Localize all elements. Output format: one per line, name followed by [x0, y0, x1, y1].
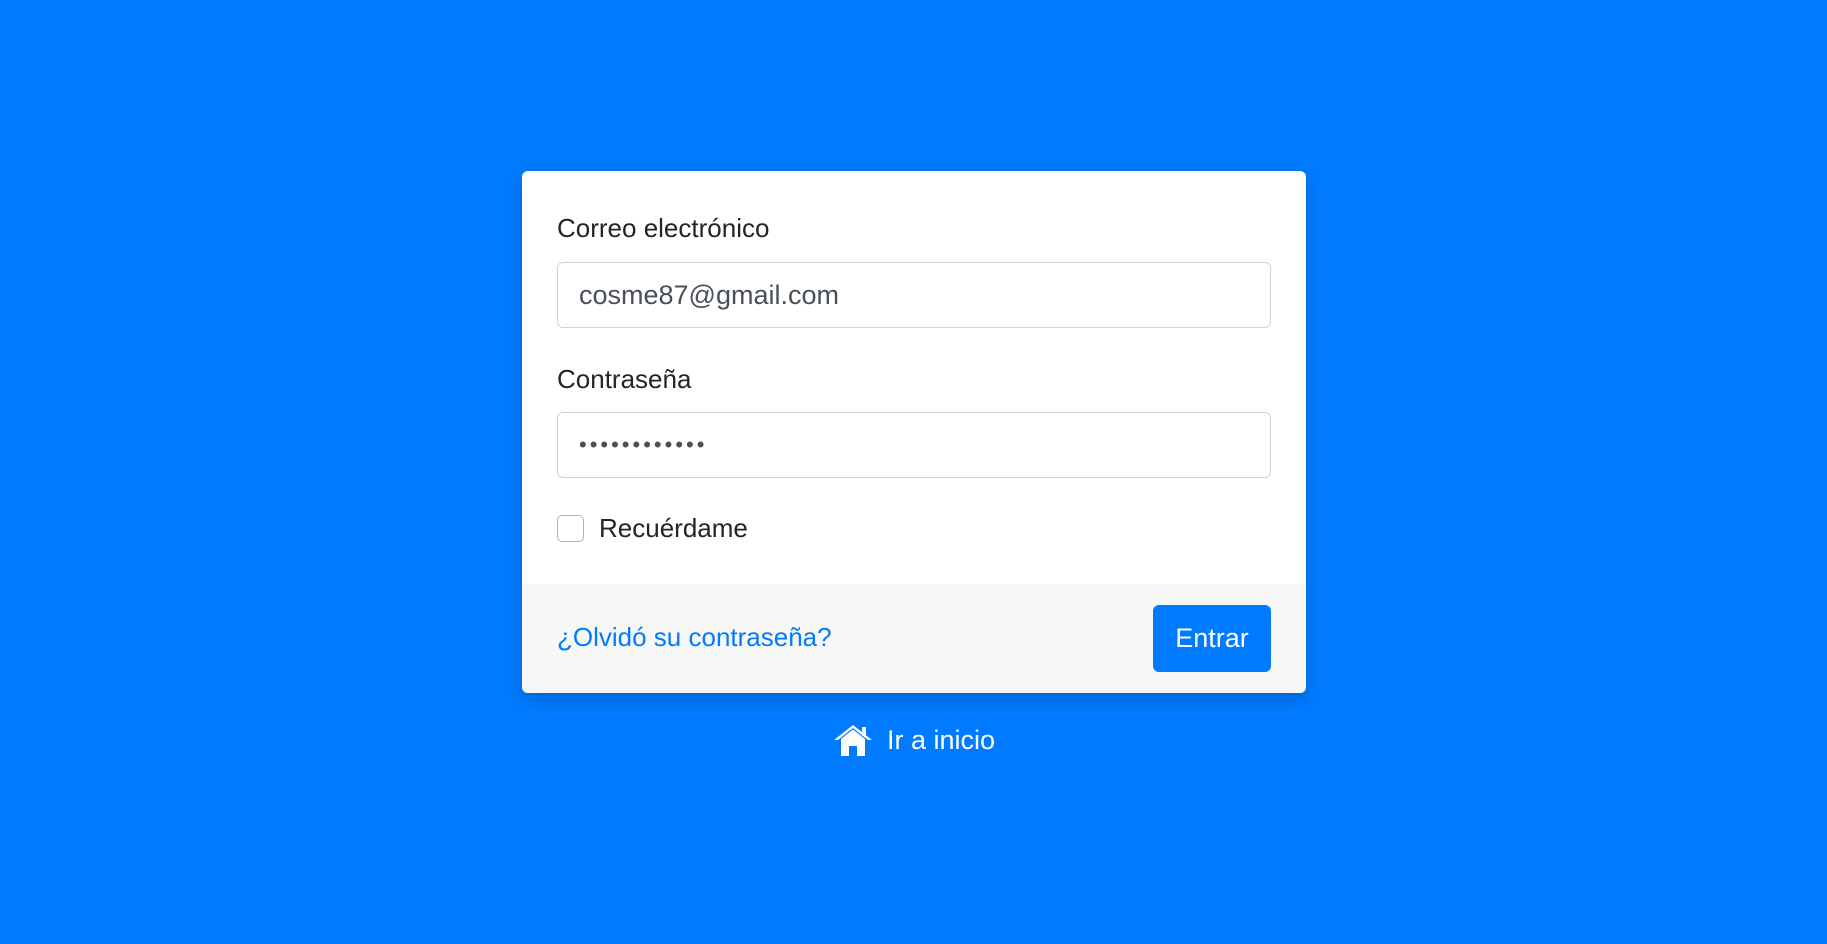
login-button[interactable]: Entrar	[1153, 605, 1271, 672]
remember-me-row: Recuérdame	[557, 513, 748, 543]
email-field[interactable]	[557, 262, 1271, 328]
remember-me-checkbox[interactable]	[557, 514, 584, 542]
remember-me-label: Recuérdame	[599, 512, 748, 543]
home-icon	[833, 723, 873, 757]
email-label: Correo electrónico	[557, 213, 770, 243]
login-form: Correo electrónico Contraseña Recuérdame	[522, 171, 1306, 584]
password-field[interactable]	[557, 412, 1271, 478]
go-home-label: Ir a inicio	[887, 724, 996, 755]
login-card-footer: ¿Olvidó su contraseña? Entrar	[522, 584, 1306, 693]
password-label: Contraseña	[557, 364, 692, 394]
forgot-password-link[interactable]: ¿Olvidó su contraseña?	[557, 624, 832, 650]
login-card: Correo electrónico Contraseña Recuérdame…	[522, 171, 1306, 693]
go-home-link[interactable]: Ir a inicio	[833, 722, 995, 758]
